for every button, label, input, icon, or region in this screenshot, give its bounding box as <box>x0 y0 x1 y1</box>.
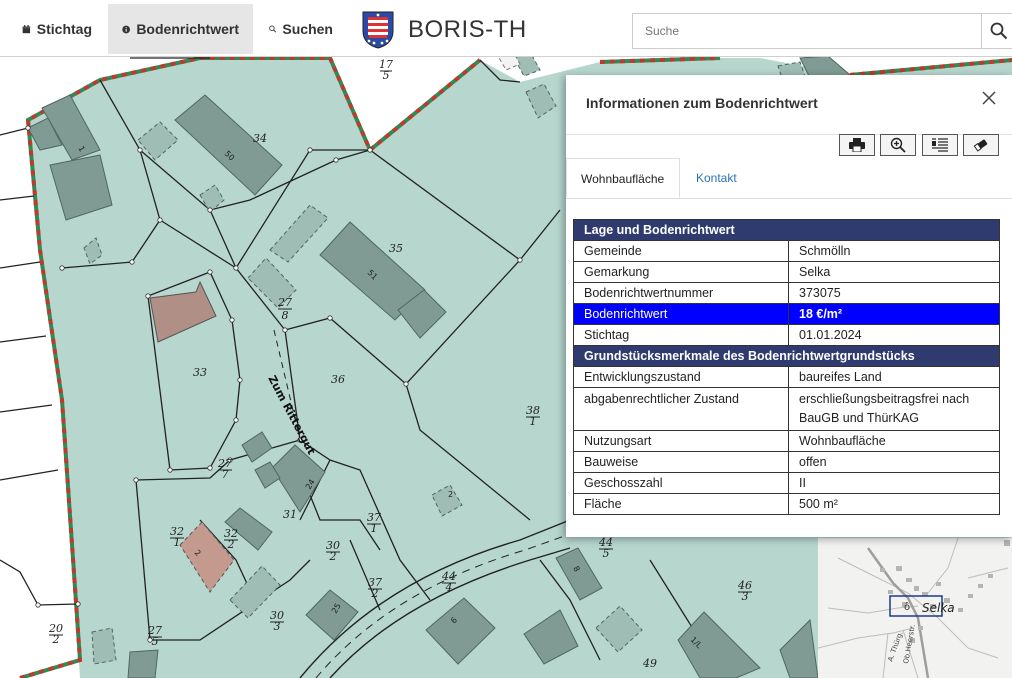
svg-text:3: 3 <box>742 590 749 603</box>
row-value: baureifes Land <box>788 366 1000 388</box>
parcel-label: 33 <box>193 366 207 379</box>
table-row: Bauweise offen <box>573 451 1000 473</box>
panel-title: Informationen zum Bodenrichtwert <box>586 95 818 111</box>
table-row: Gemarkung Selka <box>573 261 1000 283</box>
row-value: erschließungsbeitragsfrei nach BauGB und… <box>788 387 1000 431</box>
svg-text:1: 1 <box>371 522 378 535</box>
table-row: Entwicklungszustand baureifes Land <box>573 366 1000 388</box>
panel-tabs: Wohnbaufläche Kontakt <box>566 158 1012 199</box>
tab-stichtag[interactable]: Stichtag <box>8 4 106 54</box>
minimap-place-marker: ô <box>904 601 910 613</box>
row-key: Fläche <box>573 493 789 515</box>
svg-text:5: 5 <box>152 635 159 648</box>
building-number: 2 <box>448 490 453 499</box>
row-key: Bodenrichtwert <box>573 303 789 325</box>
row-key: Geschosszahl <box>573 472 789 494</box>
info-icon <box>122 25 130 33</box>
row-key: Stichtag <box>573 324 789 346</box>
zoom-in-icon <box>890 137 906 153</box>
parcel-label: 36 <box>331 373 345 386</box>
parcel-label: 34 <box>253 132 267 145</box>
info-panel: Informationen zum Bodenrichtwert Wohnbau… <box>566 75 1012 537</box>
row-value: 500 m² <box>788 493 1000 515</box>
section-header: Lage und Bodenrichtwert <box>573 219 1000 241</box>
minimap-place-label: Selka <box>922 601 955 615</box>
zoom-button[interactable] <box>880 134 916 156</box>
table-row: Nutzungsart Wohnbaufläche <box>573 430 1000 452</box>
search-button[interactable] <box>981 13 1012 49</box>
svg-text:2: 2 <box>52 633 60 646</box>
svg-text:27: 27 <box>277 296 292 309</box>
clear-button[interactable] <box>963 134 999 156</box>
table-row: abgabenrechtlicher Zustand erschließungsb… <box>573 387 1000 431</box>
row-value: Wohnbaufläche <box>788 430 1000 452</box>
search-input[interactable] <box>632 13 982 49</box>
row-key: Gemarkung <box>573 261 789 283</box>
print-button[interactable] <box>839 134 875 156</box>
section-header: Grundstücksmerkmale des Bodenrichtwertgr… <box>573 345 1000 367</box>
row-value: 01.01.2024 <box>788 324 1000 346</box>
tab-kontakt[interactable]: Kontakt <box>682 158 751 198</box>
row-key: Bauweise <box>573 451 789 473</box>
overview-minimap[interactable]: ô Selka A. Thürg. Ob.Heerstr. <box>818 538 1012 678</box>
table-row: Bodenrichtwertnummer 373075 <box>573 282 1000 304</box>
search-icon <box>269 25 277 33</box>
print-icon <box>849 138 865 152</box>
svg-text:8: 8 <box>282 309 289 322</box>
search-icon <box>990 22 1008 40</box>
row-key: Entwicklungszustand <box>573 366 789 388</box>
table-row-highlighted: Bodenrichtwert 18 €/m² <box>573 303 1000 325</box>
info-table: Lage und Bodenrichtwert Gemeinde Schmölln… <box>573 219 1000 515</box>
table-row: Stichtag 01.01.2024 <box>573 324 1000 346</box>
row-value: offen <box>788 451 1000 473</box>
row-key: Nutzungsart <box>573 430 789 452</box>
app-title: BORIS-TH <box>408 16 527 43</box>
list-icon <box>932 138 948 152</box>
tab-suchen[interactable]: Suchen <box>255 4 347 54</box>
table-row: Geschosszahl II <box>573 472 1000 494</box>
svg-text:5: 5 <box>383 69 390 82</box>
parcel-label: 31 <box>283 508 297 521</box>
row-value: 373075 <box>788 282 1000 304</box>
svg-text:5: 5 <box>603 547 610 560</box>
eraser-icon <box>973 139 988 152</box>
brand: BORIS-TH <box>362 10 527 50</box>
top-navbar: Stichtag Bodenrichtwert Suchen BORIS-TH <box>0 0 1012 57</box>
row-value: Selka <box>788 261 1000 283</box>
svg-text:1: 1 <box>174 536 181 549</box>
row-value: II <box>788 472 1000 494</box>
row-value: Schmölln <box>788 240 1000 262</box>
tab-label: Bodenrichtwert <box>136 21 239 37</box>
row-key: Bodenrichtwertnummer <box>573 282 789 304</box>
svg-text:7: 7 <box>222 468 229 481</box>
table-row: Fläche 500 m² <box>573 493 1000 515</box>
row-value: 18 €/m² <box>788 303 1000 325</box>
calendar-icon <box>22 24 31 33</box>
thuringia-coat-of-arms-icon <box>362 11 394 49</box>
svg-text:4: 4 <box>445 581 453 594</box>
parcel-label: 35 <box>389 242 403 255</box>
table-row: Gemeinde Schmölln <box>573 240 1000 262</box>
tab-label: Stichtag <box>36 21 92 37</box>
tab-label: Suchen <box>282 21 333 37</box>
row-key: abgabenrechtlicher Zustand <box>573 387 789 431</box>
legend-button[interactable] <box>922 134 958 156</box>
tab-bodenrichtwert[interactable]: Bodenrichtwert <box>108 4 253 54</box>
row-key: Gemeinde <box>573 240 789 262</box>
close-icon[interactable] <box>980 89 998 107</box>
svg-text:2: 2 <box>371 587 379 600</box>
tab-wohnbauflaeche[interactable]: Wohnbaufläche <box>566 158 680 198</box>
parcel-label: 49 <box>642 657 657 670</box>
svg-text:2: 2 <box>329 550 337 563</box>
svg-text:3: 3 <box>274 620 281 633</box>
svg-text:1: 1 <box>530 415 537 428</box>
svg-text:2: 2 <box>227 538 235 551</box>
